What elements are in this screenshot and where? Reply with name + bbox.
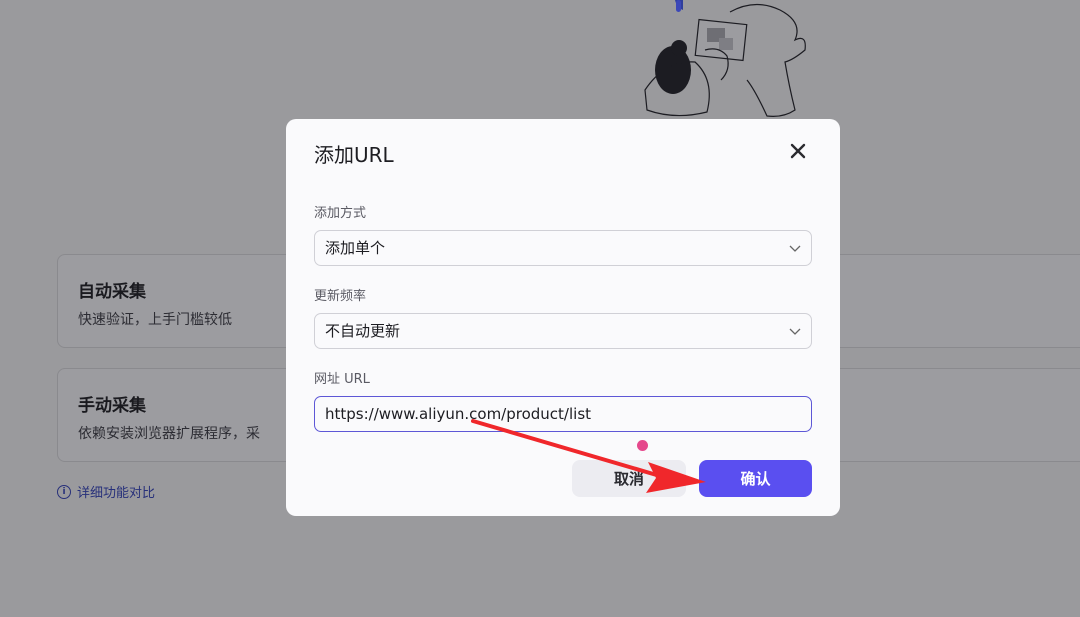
dialog-title: 添加URL xyxy=(314,143,394,167)
add-url-dialog: 添加URL 添加方式 添加单个 更新频率 不自动更新 网址 URL 取消 确认 xyxy=(286,119,840,516)
cancel-button[interactable]: 取消 xyxy=(572,460,686,497)
add-mode-label: 添加方式 xyxy=(314,206,367,221)
feature-compare-link[interactable]: i 详细功能对比 xyxy=(57,482,155,501)
url-label: 网址 URL xyxy=(314,372,370,387)
update-freq-value: 不自动更新 xyxy=(325,322,401,340)
info-icon: i xyxy=(57,484,71,499)
manual-collect-title: 手动采集 xyxy=(78,396,146,416)
feature-compare-label: 详细功能对比 xyxy=(77,486,156,501)
manual-collect-desc: 依赖安装浏览器扩展程序，采 xyxy=(78,426,260,442)
cursor-dot xyxy=(637,440,648,451)
chevron-down-icon xyxy=(789,328,801,335)
auto-collect-desc: 快速验证，上手门槛较低 xyxy=(78,312,232,328)
confirm-button[interactable]: 确认 xyxy=(699,460,812,497)
url-input[interactable] xyxy=(314,396,812,432)
add-mode-value: 添加单个 xyxy=(325,239,386,257)
update-freq-select[interactable]: 不自动更新 xyxy=(314,313,812,349)
add-mode-select[interactable]: 添加单个 xyxy=(314,230,812,266)
illustration-image xyxy=(644,0,806,117)
close-icon[interactable] xyxy=(788,141,808,161)
auto-collect-title: 自动采集 xyxy=(78,282,146,302)
chevron-down-icon xyxy=(789,245,801,252)
update-freq-label: 更新频率 xyxy=(314,289,367,304)
